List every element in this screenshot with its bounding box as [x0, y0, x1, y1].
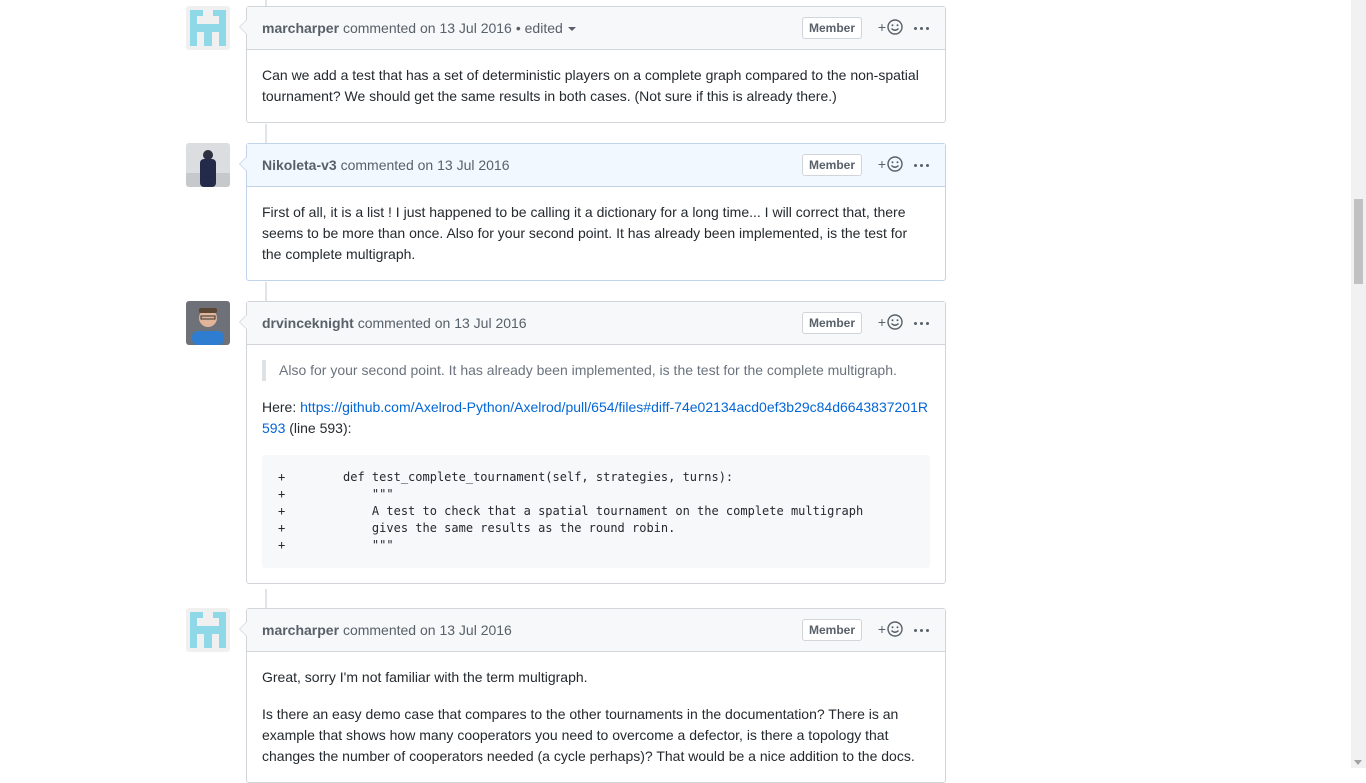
comment-body: Can we add a test that has a set of dete… [247, 50, 945, 122]
smiley-icon [887, 156, 903, 172]
plus-icon: + [877, 156, 886, 172]
smiley-icon [887, 19, 903, 35]
edited-dropdown[interactable]: • edited [516, 20, 576, 36]
comment-author[interactable]: marcharper [262, 622, 339, 638]
comment-text: Here: https://github.com/Axelrod-Python/… [262, 397, 930, 439]
more-options-icon[interactable] [914, 27, 929, 30]
avatar-identicon-icon[interactable] [186, 6, 230, 50]
plus-icon: + [877, 621, 886, 637]
plus-icon: + [877, 19, 886, 35]
comment-body: First of all, it is a list ! I just happ… [247, 187, 945, 280]
avatar-identicon-icon[interactable] [186, 608, 230, 652]
add-reaction-button[interactable]: + [878, 156, 903, 172]
member-badge: Member [801, 154, 862, 176]
blockquote: Also for your second point. It has alrea… [262, 360, 930, 381]
smiley-icon [887, 314, 903, 330]
add-reaction-button[interactable]: + [878, 314, 903, 330]
comment-text: Great, sorry I'm not familiar with the t… [262, 669, 588, 685]
here-prefix: Here: [262, 399, 301, 415]
comment-header: Nikoleta-v3 commented on 13 Jul 2016 Mem… [247, 144, 945, 187]
member-badge: Member [801, 17, 862, 39]
comment-author[interactable]: Nikoleta-v3 [262, 157, 337, 173]
scrollbar-thumb[interactable] [1354, 199, 1363, 284]
comment-text: Is there an easy demo case that compares… [262, 706, 915, 764]
comment-body: Also for your second point. It has alrea… [247, 345, 945, 583]
comment-action: commented [340, 157, 414, 173]
scroll-down-arrow-icon[interactable] [1354, 760, 1362, 765]
comment-header: drvinceknight commented on 13 Jul 2016 M… [247, 302, 945, 345]
here-suffix: (line 593): [285, 420, 352, 436]
edited-label: • edited [515, 20, 563, 36]
comment-timestamp[interactable]: on 13 Jul 2016 [420, 622, 512, 638]
comment-action: commented [357, 315, 431, 331]
scrollbar[interactable] [1351, 0, 1366, 768]
plus-icon: + [877, 314, 886, 330]
diff-link[interactable]: https://github.com/Axelrod-Python/Axelro… [262, 399, 928, 436]
comment-header: marcharper commented on 13 Jul 2016 Memb… [247, 609, 945, 652]
more-options-icon[interactable] [914, 164, 929, 167]
comment-text: Can we add a test that has a set of dete… [262, 67, 919, 104]
comment: drvinceknight commented on 13 Jul 2016 M… [239, 301, 946, 584]
comment-header: marcharper commented on 13 Jul 2016 • ed… [247, 7, 945, 50]
comment-text: First of all, it is a list ! I just happ… [262, 204, 908, 262]
smiley-icon [887, 621, 903, 637]
comment: marcharper commented on 13 Jul 2016 • ed… [239, 6, 946, 123]
comment-timestamp[interactable]: on 13 Jul 2016 [420, 20, 512, 36]
timeline-line [265, 282, 267, 301]
comment-action: commented [342, 20, 417, 36]
more-options-icon[interactable] [914, 322, 929, 325]
code-block: + def test_complete_tournament(self, str… [262, 455, 930, 568]
avatar-photo-icon[interactable] [186, 301, 230, 345]
comment-timestamp[interactable]: on 13 Jul 2016 [418, 157, 510, 173]
more-options-icon[interactable] [914, 629, 929, 632]
add-reaction-button[interactable]: + [878, 19, 903, 35]
comment: marcharper commented on 13 Jul 2016 Memb… [239, 608, 946, 783]
add-reaction-button[interactable]: + [878, 621, 903, 637]
comment-timestamp[interactable]: on 13 Jul 2016 [435, 315, 527, 331]
timeline-line [265, 124, 267, 143]
member-badge: Member [801, 312, 862, 334]
avatar-photo-icon[interactable] [186, 143, 230, 187]
comment-author[interactable]: marcharper [262, 20, 339, 36]
comment-action: commented [342, 622, 417, 638]
member-badge: Member [801, 619, 862, 641]
comment: Nikoleta-v3 commented on 13 Jul 2016 Mem… [239, 143, 946, 281]
caret-down-icon [567, 27, 576, 32]
comment-body: Great, sorry I'm not familiar with the t… [247, 652, 945, 782]
comment-author[interactable]: drvinceknight [262, 315, 354, 331]
timeline-line [265, 589, 267, 608]
